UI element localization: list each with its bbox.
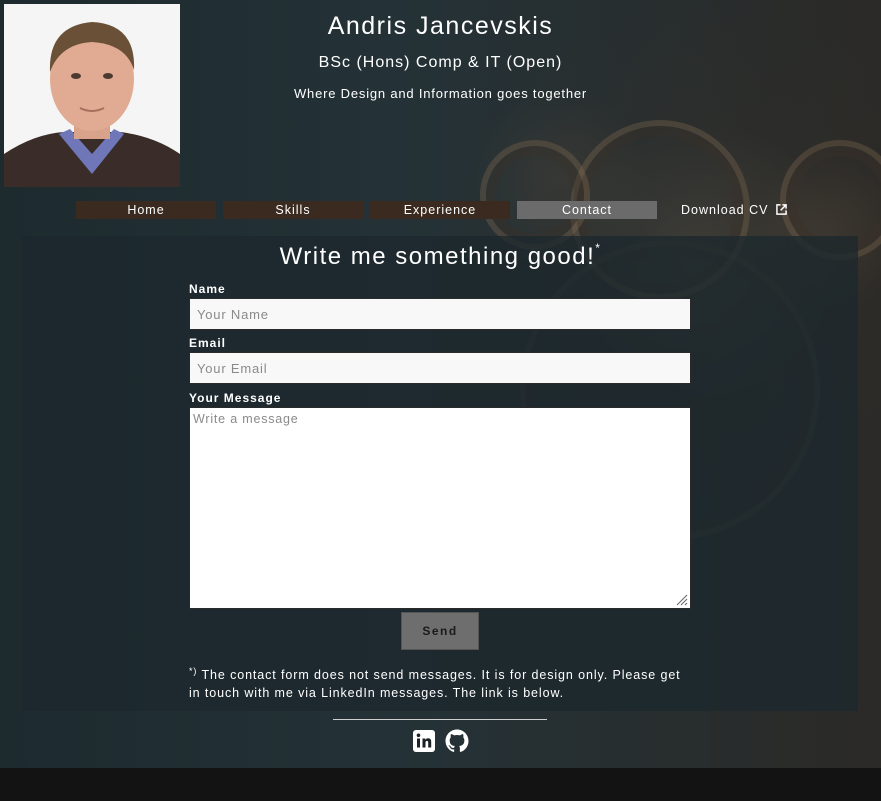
site-owner-name: Andris Jancevskis xyxy=(327,12,554,40)
name-label: Name xyxy=(189,282,226,296)
message-label: Your Message xyxy=(189,391,282,405)
footer-divider xyxy=(333,719,547,720)
degree-subtitle: BSc (Hons) Comp & IT (Open) xyxy=(318,54,563,71)
main-navigation: Home Skills Experience Contact Download … xyxy=(0,201,881,219)
message-textarea[interactable] xyxy=(189,407,691,609)
tagline: Where Design and Information goes togeth… xyxy=(293,86,588,101)
footer-strip xyxy=(0,768,881,801)
contact-heading-text: Write me something good! xyxy=(279,243,596,270)
external-link-icon xyxy=(776,204,787,215)
nav-home[interactable]: Home xyxy=(76,201,216,219)
email-input[interactable] xyxy=(189,352,691,384)
nav-experience[interactable]: Experience xyxy=(370,201,510,219)
github-icon[interactable] xyxy=(445,729,469,753)
resize-grip-icon[interactable] xyxy=(674,592,688,606)
decorative-gear xyxy=(480,140,590,250)
note-text: The contact form does not send messages.… xyxy=(189,668,681,701)
name-input[interactable] xyxy=(189,298,691,330)
nav-download-cv[interactable]: Download CV xyxy=(664,201,804,219)
email-label: Email xyxy=(189,336,227,350)
nav-contact[interactable]: Contact xyxy=(517,201,657,219)
contact-heading: Write me something good!* xyxy=(0,241,881,271)
disclaimer-note: *) The contact form does not send messag… xyxy=(189,662,689,702)
nav-download-cv-label: Download CV xyxy=(681,203,769,217)
send-button[interactable]: Send xyxy=(401,612,479,650)
nav-skills[interactable]: Skills xyxy=(223,201,363,219)
linkedin-icon[interactable] xyxy=(412,729,436,753)
footnote-mark: * xyxy=(595,241,602,255)
